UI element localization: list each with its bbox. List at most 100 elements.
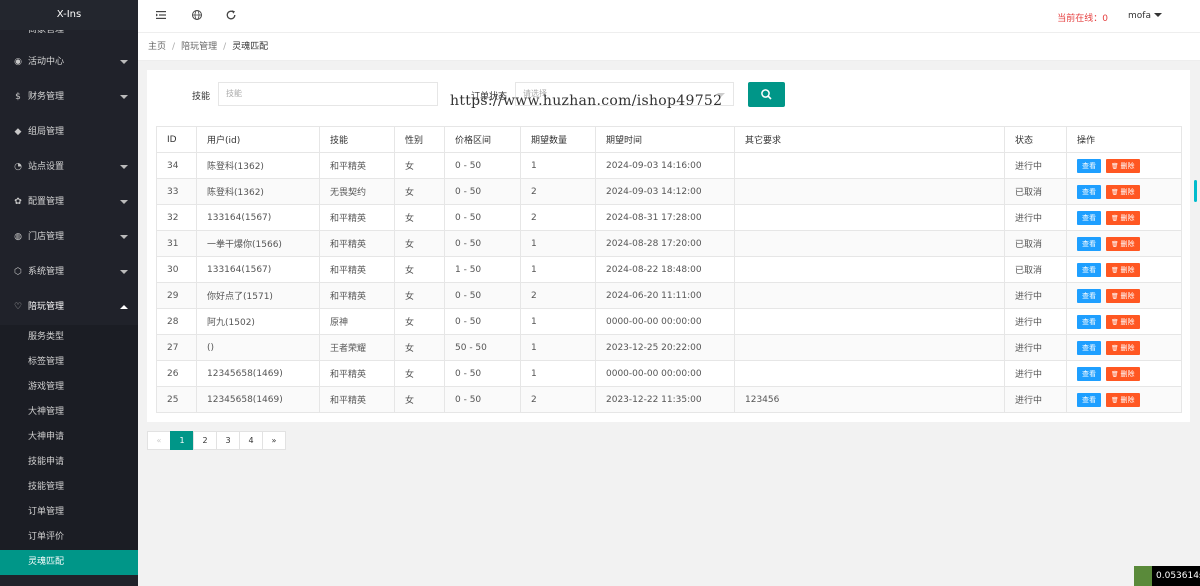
trash-icon: 🗑 [1111,370,1121,378]
table-cell: 0 - 50 [444,386,521,413]
sidebar-subitem[interactable]: 标签管理 [0,350,138,375]
table-cell: 女 [394,282,445,309]
timer-badge: 0.053614s [1134,566,1200,586]
sidebar-subitem[interactable]: 游戏管理 [0,375,138,400]
table-cell [734,308,1005,335]
search-button[interactable] [748,82,785,107]
sidebar-subitem[interactable]: 服务类型 [0,325,138,350]
pagination-page[interactable]: 4 [239,431,263,450]
sidebar-subitem[interactable]: 技能申请 [0,450,138,475]
sidebar-item[interactable]: $ 财务管理 [0,80,138,115]
table-cell: 25 [156,386,197,413]
delete-button[interactable]: 🗑 删除 [1106,288,1140,303]
sidebar-subitem[interactable]: 灵魂匹配 [0,550,138,575]
table-cell: 0 - 50 [444,152,521,179]
sidebar-item[interactable]: ◍ 门店管理 [0,220,138,255]
table-cell [734,204,1005,231]
delete-button[interactable]: 🗑 删除 [1106,210,1140,225]
view-button[interactable]: 查看 [1077,366,1101,381]
view-button[interactable]: 查看 [1077,262,1101,277]
view-button[interactable]: 查看 [1077,288,1101,303]
table-cell: 2024-08-22 18:48:00 [595,256,735,283]
delete-button[interactable]: 🗑 删除 [1106,366,1140,381]
status-select[interactable]: 请选择 [515,82,734,106]
user-menu[interactable]: mofa [1128,11,1162,21]
sidebar-item[interactable]: ◉ 活动中心 [0,45,138,80]
sidebar-item[interactable]: ◔ 站点设置 [0,150,138,185]
view-button[interactable]: 查看 [1077,184,1101,199]
table-cell [734,256,1005,283]
sidebar-item[interactable]: ⬡ 系统管理 [0,255,138,290]
view-button[interactable]: 查看 [1077,340,1101,355]
pagination-page[interactable]: 1 [170,431,194,450]
scroll-indicator[interactable] [1194,180,1197,202]
table-cell: 2 [520,386,596,413]
breadcrumb-parent[interactable]: 陪玩管理 [181,42,217,52]
table-cell: 133164(1567) [196,256,320,283]
delete-button[interactable]: 🗑 删除 [1106,392,1140,407]
table-cell: 进行中 [1004,204,1067,231]
table-cell: 27 [156,334,197,361]
delete-button[interactable]: 🗑 删除 [1106,158,1140,173]
view-button[interactable]: 查看 [1077,314,1101,329]
pagination-page[interactable]: 2 [193,431,217,450]
view-button[interactable]: 查看 [1077,158,1101,173]
table-cell: 29 [156,282,197,309]
sidebar-item[interactable]: ✿ 配置管理 [0,185,138,220]
sidebar-item-open[interactable]: ♡ 陪玩管理 [0,290,138,325]
view-button[interactable]: 查看 [1077,392,1101,407]
table-cell: 0000-00-00 00:00:00 [595,308,735,335]
table-cell: 1 [520,360,596,387]
view-button[interactable]: 查看 [1077,236,1101,251]
trash-icon: 🗑 [1111,266,1121,274]
sidebar-subitem[interactable]: 订单评价 [0,525,138,550]
status-filter-label: 订单状态 [471,92,508,102]
menu-fold-icon[interactable] [155,9,169,23]
table-cell: 和平精英 [319,256,395,283]
table-cell: 2024-08-28 17:20:00 [595,230,735,257]
breadcrumb-current: 灵魂匹配 [232,42,269,52]
delete-button[interactable]: 🗑 删除 [1106,262,1140,277]
sidebar-subitem[interactable]: 订单管理 [0,500,138,525]
sidebar-nav: 商家管理 ◉ 活动中心 $ 财务管理 ◆ 组局管理 ◔ 站点设置 ✿ 配置管理 ◍ 门店管理 ⬡ 系统管理 ♡… [0,30,138,575]
pagination-next[interactable]: » [262,431,286,450]
table-cell: 女 [394,360,445,387]
refresh-icon[interactable] [225,9,239,23]
table-cell: 1 [520,256,596,283]
globe-icon[interactable] [191,9,205,23]
sidebar-item-partial[interactable]: 商家管理 [0,30,138,45]
column-header: 性别 [394,126,445,153]
table-cell [734,178,1005,205]
sidebar-submenu: 服务类型 标签管理 游戏管理 大神管理 大神申请 技能申请 技能管理 订单管理 订单评价 灵魂匹配 [0,325,138,575]
delete-button[interactable]: 🗑 删除 [1106,184,1140,199]
table-cell: 和平精英 [319,282,395,309]
table-cell: 1 [520,308,596,335]
table-row: 31 一拳干爆你(1566) 和平精英女 0 - 50 1 2024-08-28 17:2… [156,230,1182,257]
search-icon [761,89,772,100]
view-button[interactable]: 查看 [1077,210,1101,225]
table-cell [734,360,1005,387]
sidebar-subitem[interactable]: 大神申请 [0,425,138,450]
pagination-prev[interactable]: « [147,431,171,450]
sidebar-item[interactable]: ◆ 组局管理 [0,115,138,150]
delete-button[interactable]: 🗑 删除 [1106,236,1140,251]
table-cell: 2024-06-20 11:11:00 [595,282,735,309]
table-cell: 你好点了(1571) [196,282,320,309]
table-cell: 女 [394,230,445,257]
sidebar-subitem[interactable]: 大神管理 [0,400,138,425]
chevron-up-icon [120,305,128,309]
chevron-down-icon [120,95,128,99]
table-row: 28 阿九(1502) 原神女 0 - 50 1 0000-00-00 00:00:00 进… [156,308,1182,335]
table-cell: () [196,334,320,361]
delete-label: 删除 [1120,265,1135,274]
sidebar-item-label: 商家管理 [28,30,65,35]
trash-icon: 🗑 [1111,162,1121,170]
skill-input[interactable]: 技能 [218,82,438,106]
breadcrumb-home[interactable]: 主页 [148,42,166,52]
sidebar-subitem[interactable]: 技能管理 [0,475,138,500]
table-cell: 女 [394,178,445,205]
delete-button[interactable]: 🗑 删除 [1106,340,1140,355]
table-cell: 进行中 [1004,152,1067,179]
delete-button[interactable]: 🗑 删除 [1106,314,1140,329]
pagination-page[interactable]: 3 [216,431,240,450]
